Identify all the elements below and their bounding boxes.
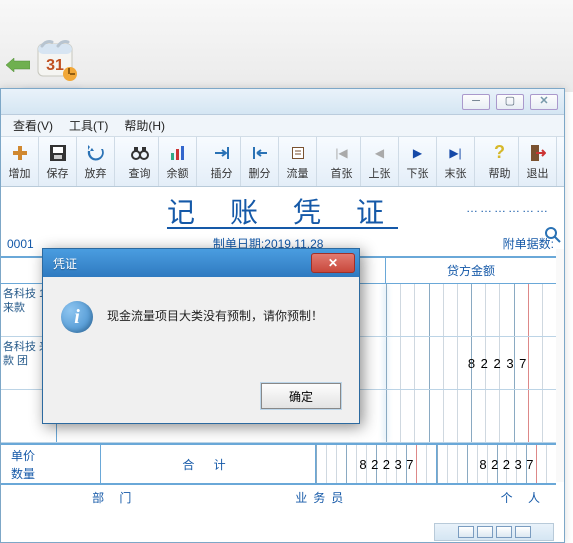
menu-tools[interactable]: 工具(T) bbox=[61, 115, 116, 136]
desktop-background bbox=[0, 0, 573, 92]
tool-discard[interactable]: 放弃 bbox=[77, 137, 115, 186]
qty-label: 数量 bbox=[11, 465, 90, 483]
ok-button[interactable]: 确定 bbox=[261, 383, 341, 409]
tool-delete[interactable]: 删分 bbox=[241, 137, 279, 186]
status-box[interactable] bbox=[477, 526, 493, 538]
tool-first[interactable]: |◀首张 bbox=[323, 137, 361, 186]
person-label: 个 人 bbox=[426, 489, 546, 506]
book-icon bbox=[288, 143, 308, 163]
window-titlebar: ─ ▢ ✕ bbox=[1, 89, 564, 115]
first-icon: |◀ bbox=[332, 143, 352, 163]
total-label: 合 计 bbox=[101, 445, 316, 483]
plus-icon bbox=[10, 143, 30, 163]
tool-balance[interactable]: 余额 bbox=[159, 137, 197, 186]
tool-help[interactable]: ?帮助 bbox=[481, 137, 519, 186]
tool-last[interactable]: ▶|末张 bbox=[437, 137, 475, 186]
tool-query[interactable]: 查询 bbox=[121, 137, 159, 186]
save-icon bbox=[48, 143, 68, 163]
close-button[interactable]: ✕ bbox=[530, 94, 558, 110]
total-debit: 82237 bbox=[316, 445, 436, 483]
menu-view[interactable]: 查看(V) bbox=[5, 115, 61, 136]
minimize-button[interactable]: ─ bbox=[462, 94, 490, 110]
tool-flow[interactable]: 流量 bbox=[279, 137, 317, 186]
insert-line-icon bbox=[212, 143, 232, 163]
totals-row: 单价 数量 合 计 82237 82237 bbox=[1, 443, 556, 485]
scroll-track[interactable] bbox=[556, 249, 564, 482]
total-credit: 82237 bbox=[436, 445, 556, 483]
last-icon: ▶| bbox=[446, 143, 466, 163]
maximize-button[interactable]: ▢ bbox=[496, 94, 524, 110]
calendar-day-text: 31 bbox=[46, 57, 64, 74]
dots-decoration: ……………… bbox=[466, 201, 550, 215]
dialog-close-button[interactable]: ✕ bbox=[311, 253, 355, 273]
voucher-seq: 0001 bbox=[7, 237, 34, 251]
arrow-icon bbox=[6, 58, 30, 72]
row-credit bbox=[386, 390, 556, 442]
prev-icon: ◀ bbox=[370, 143, 390, 163]
dialog-titlebar[interactable]: 凭证 ✕ bbox=[43, 249, 359, 277]
dept-label: 部 门 bbox=[11, 489, 219, 506]
status-strip bbox=[434, 523, 554, 541]
tool-next[interactable]: ▶下张 bbox=[399, 137, 437, 186]
row-credit bbox=[386, 284, 556, 336]
voucher-footer: 部 门 业务员 个 人 bbox=[1, 485, 556, 510]
exit-icon bbox=[528, 143, 548, 163]
next-icon: ▶ bbox=[408, 143, 428, 163]
dialog-title: 凭证 bbox=[53, 255, 77, 272]
tool-prev[interactable]: ◀上张 bbox=[361, 137, 399, 186]
dialog-message: 现金流量项目大类没有预制，请你预制！ bbox=[107, 301, 323, 324]
message-dialog: 凭证 ✕ i 现金流量项目大类没有预制，请你预制！ 确定 bbox=[42, 248, 360, 424]
status-box[interactable] bbox=[515, 526, 531, 538]
toolbar: 增加 保存 放弃 查询 余额 插分 删分 流量 |◀首张 ◀上张 ▶下张 ▶|末… bbox=[1, 137, 564, 187]
help-icon: ? bbox=[490, 143, 510, 163]
menu-bar: 查看(V) 工具(T) 帮助(H) bbox=[1, 115, 564, 137]
status-box[interactable] bbox=[458, 526, 474, 538]
tool-add[interactable]: 增加 bbox=[1, 137, 39, 186]
tool-exit[interactable]: 退出 bbox=[519, 137, 557, 186]
clerk-label: 业务员 bbox=[219, 489, 427, 506]
binoculars-icon bbox=[130, 143, 150, 163]
calendar-icon[interactable]: 31 bbox=[34, 38, 78, 82]
tool-save[interactable]: 保存 bbox=[39, 137, 77, 186]
delete-line-icon bbox=[250, 143, 270, 163]
tool-insert[interactable]: 插分 bbox=[203, 137, 241, 186]
info-icon: i bbox=[61, 301, 93, 333]
credit-header: 贷方金额 bbox=[386, 258, 556, 283]
menu-help[interactable]: 帮助(H) bbox=[116, 115, 173, 136]
chart-icon bbox=[168, 143, 188, 163]
status-box[interactable] bbox=[496, 526, 512, 538]
unit-price-label: 单价 bbox=[11, 447, 90, 465]
magnifier-icon[interactable] bbox=[545, 227, 561, 243]
undo-icon bbox=[86, 143, 106, 163]
row-credit: 82237 bbox=[386, 337, 556, 389]
